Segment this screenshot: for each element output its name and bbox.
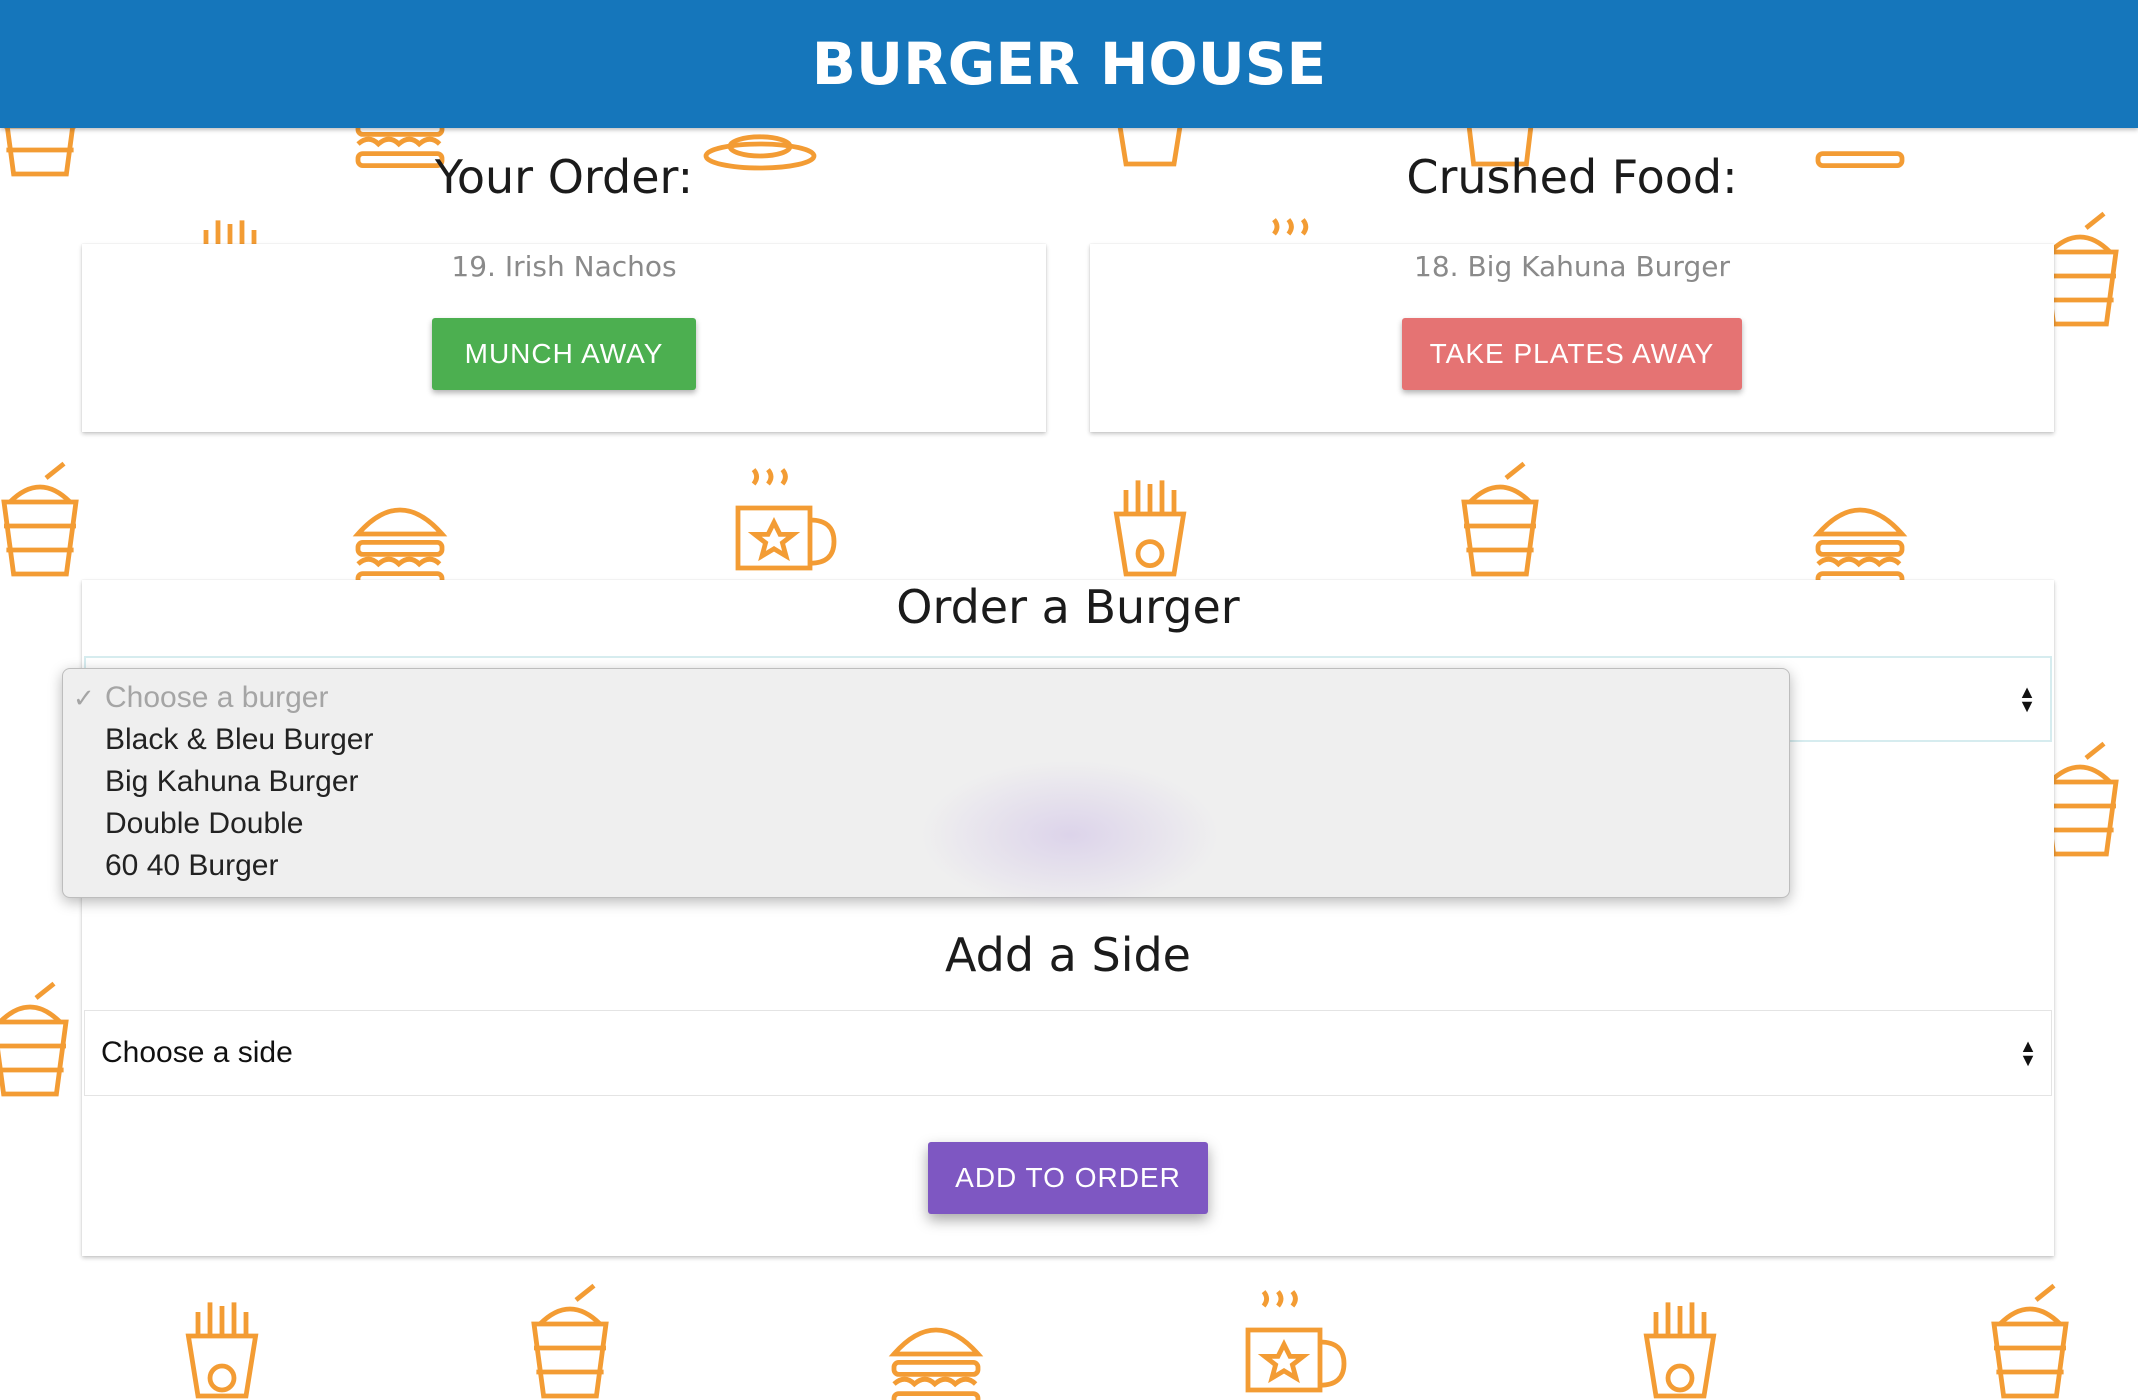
drink-icon [1440,460,1560,580]
option-label: Double Double [105,807,304,840]
option-label: Black & Bleu Burger [105,723,374,756]
option-label: 60 40 Burger [105,849,279,882]
burger-dropdown-menu: ✓ Choose a burger Black & Bleu Burger Bi… [62,668,1790,898]
drink-icon [0,980,90,1100]
take-plates-away-button[interactable]: TAKE PLATES AWAY [1402,318,1742,390]
order-burger-heading: Order a Burger [896,580,1240,634]
order-item: 19. Irish Nachos [451,250,677,283]
fries-icon [162,1282,282,1400]
crushed-food-card: 18. Big Kahuna Burger TAKE PLATES AWAY [1090,244,2054,432]
option-label: Big Kahuna Burger [105,765,359,798]
side-select-value: Choose a side [101,1036,293,1069]
munch-away-button[interactable]: MUNCH AWAY [432,318,696,390]
option-label: Choose a burger [105,681,329,714]
header-bar: BURGER HOUSE [0,0,2138,128]
dropdown-option[interactable]: Double Double [63,803,1789,845]
checkmark-icon: ✓ [73,683,95,713]
crushed-item: 18. Big Kahuna Burger [1414,250,1730,283]
add-to-order-button[interactable]: ADD TO ORDER [928,1142,1208,1214]
fries-icon [1090,460,1210,580]
dropdown-option[interactable]: 60 40 Burger [63,845,1789,887]
your-order-heading: Your Order: [434,150,694,204]
select-arrows-icon: ▲ ▼ [2018,682,2036,716]
fries-icon [1620,1282,1740,1400]
select-arrows-icon: ▲ ▼ [2019,1036,2037,1070]
burger-icon [876,1300,996,1400]
side-select[interactable]: Choose a side ▲ ▼ [84,1010,2052,1096]
dropdown-option[interactable]: Black & Bleu Burger [63,719,1789,761]
dropdown-option-placeholder[interactable]: ✓ Choose a burger [63,677,1789,719]
brand-title: BURGER HOUSE [811,30,1327,98]
drink-icon [510,1282,630,1400]
coffee-mug-icon [1230,1282,1350,1400]
add-side-heading: Add a Side [945,928,1191,982]
coffee-mug-icon [720,460,840,580]
drink-icon [0,460,100,580]
dropdown-option[interactable]: Big Kahuna Burger [63,761,1789,803]
drink-icon [1970,1282,2090,1400]
your-order-card: 19. Irish Nachos MUNCH AWAY [82,244,1046,432]
crushed-food-heading: Crushed Food: [1406,150,1738,204]
